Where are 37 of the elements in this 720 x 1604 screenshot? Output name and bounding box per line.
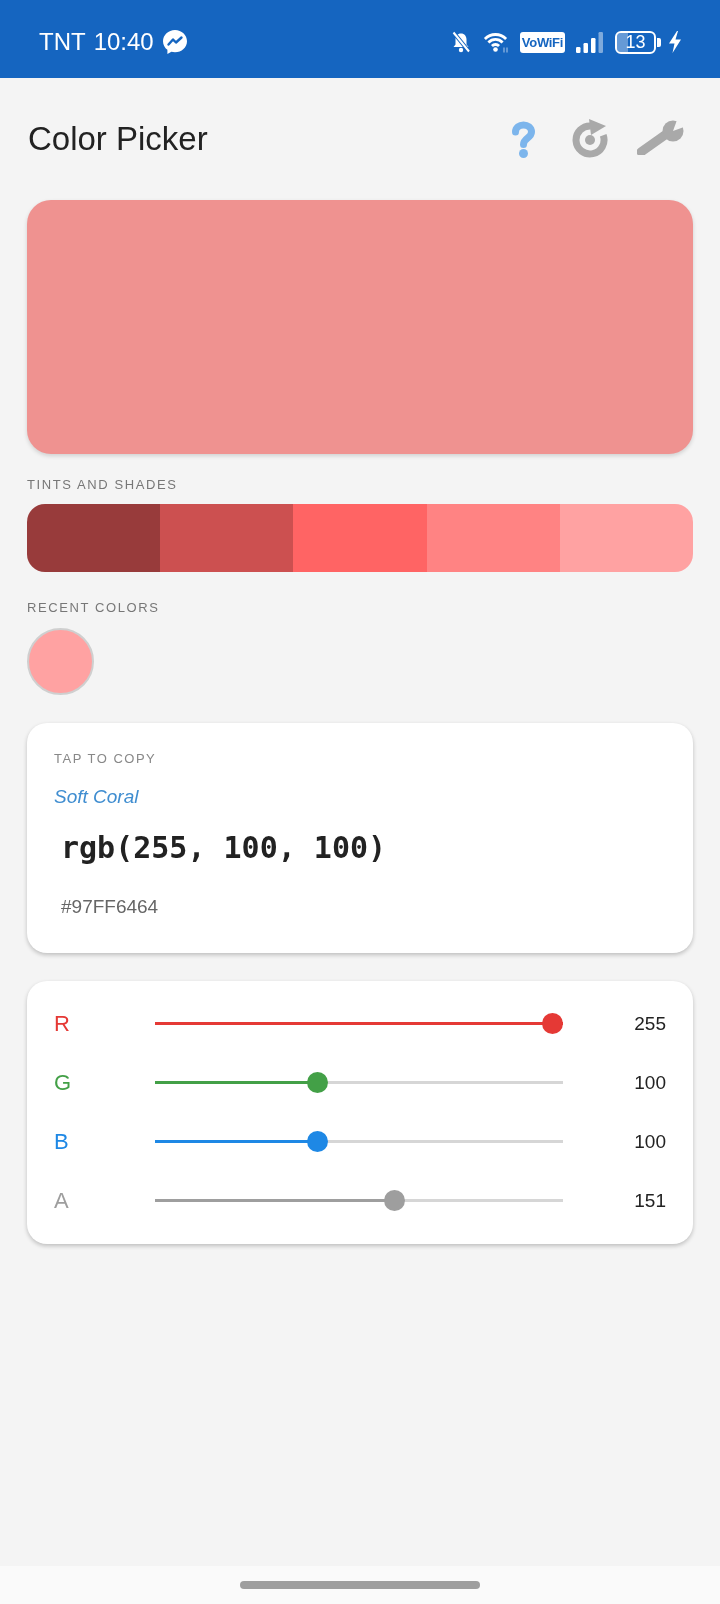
- network-badge: VoWiFi: [519, 31, 565, 53]
- wifi-icon: [481, 31, 509, 53]
- channel-value: 100: [634, 1130, 666, 1153]
- carrier-name: TNT: [39, 28, 86, 56]
- slider-thumb[interactable]: [306, 1072, 328, 1093]
- tint-swatch[interactable]: [293, 504, 427, 572]
- slider-thumb[interactable]: [306, 1131, 328, 1152]
- channel-label: A: [54, 1187, 69, 1214]
- signal-icon: [576, 31, 604, 53]
- channel-value: 255: [634, 1012, 666, 1035]
- tint-swatch[interactable]: [160, 504, 294, 572]
- color-info-card[interactable]: TAP TO COPY Soft Coral rgb(255, 100, 100) #97FF6464: [27, 723, 693, 953]
- color-name: Soft Coral: [54, 785, 139, 809]
- rgb-value: rgb(255, 100, 100): [61, 829, 387, 867]
- clock-time: 10:40: [93, 28, 154, 56]
- refresh-icon[interactable]: [571, 119, 609, 159]
- help-icon[interactable]: [511, 120, 536, 158]
- chat-bubble-icon: [161, 29, 188, 55]
- charging-bolt-icon: [669, 31, 681, 53]
- tint-swatch[interactable]: [27, 504, 161, 572]
- copy-hint: TAP TO COPY: [54, 751, 157, 767]
- channel-label: G: [54, 1069, 72, 1096]
- tint-swatch[interactable]: [559, 504, 693, 572]
- channel-value: 151: [634, 1189, 666, 1212]
- channel-value: 100: [634, 1071, 666, 1094]
- channel-label: R: [54, 1010, 70, 1037]
- section-label: TINTS AND SHADES: [27, 477, 178, 493]
- section-label: RECENT COLORS: [27, 600, 160, 616]
- hex-value: #97FF6464: [61, 896, 159, 918]
- app-title: Color Picker: [28, 120, 208, 158]
- channel-label: B: [54, 1128, 69, 1155]
- battery-indicator: 13: [615, 30, 661, 54]
- bell-off-icon: [450, 31, 471, 53]
- slider-thumb[interactable]: [384, 1190, 406, 1211]
- slider-thumb[interactable]: [542, 1013, 563, 1034]
- tint-swatch[interactable]: [426, 504, 560, 572]
- wrench-icon[interactable]: [635, 120, 684, 158]
